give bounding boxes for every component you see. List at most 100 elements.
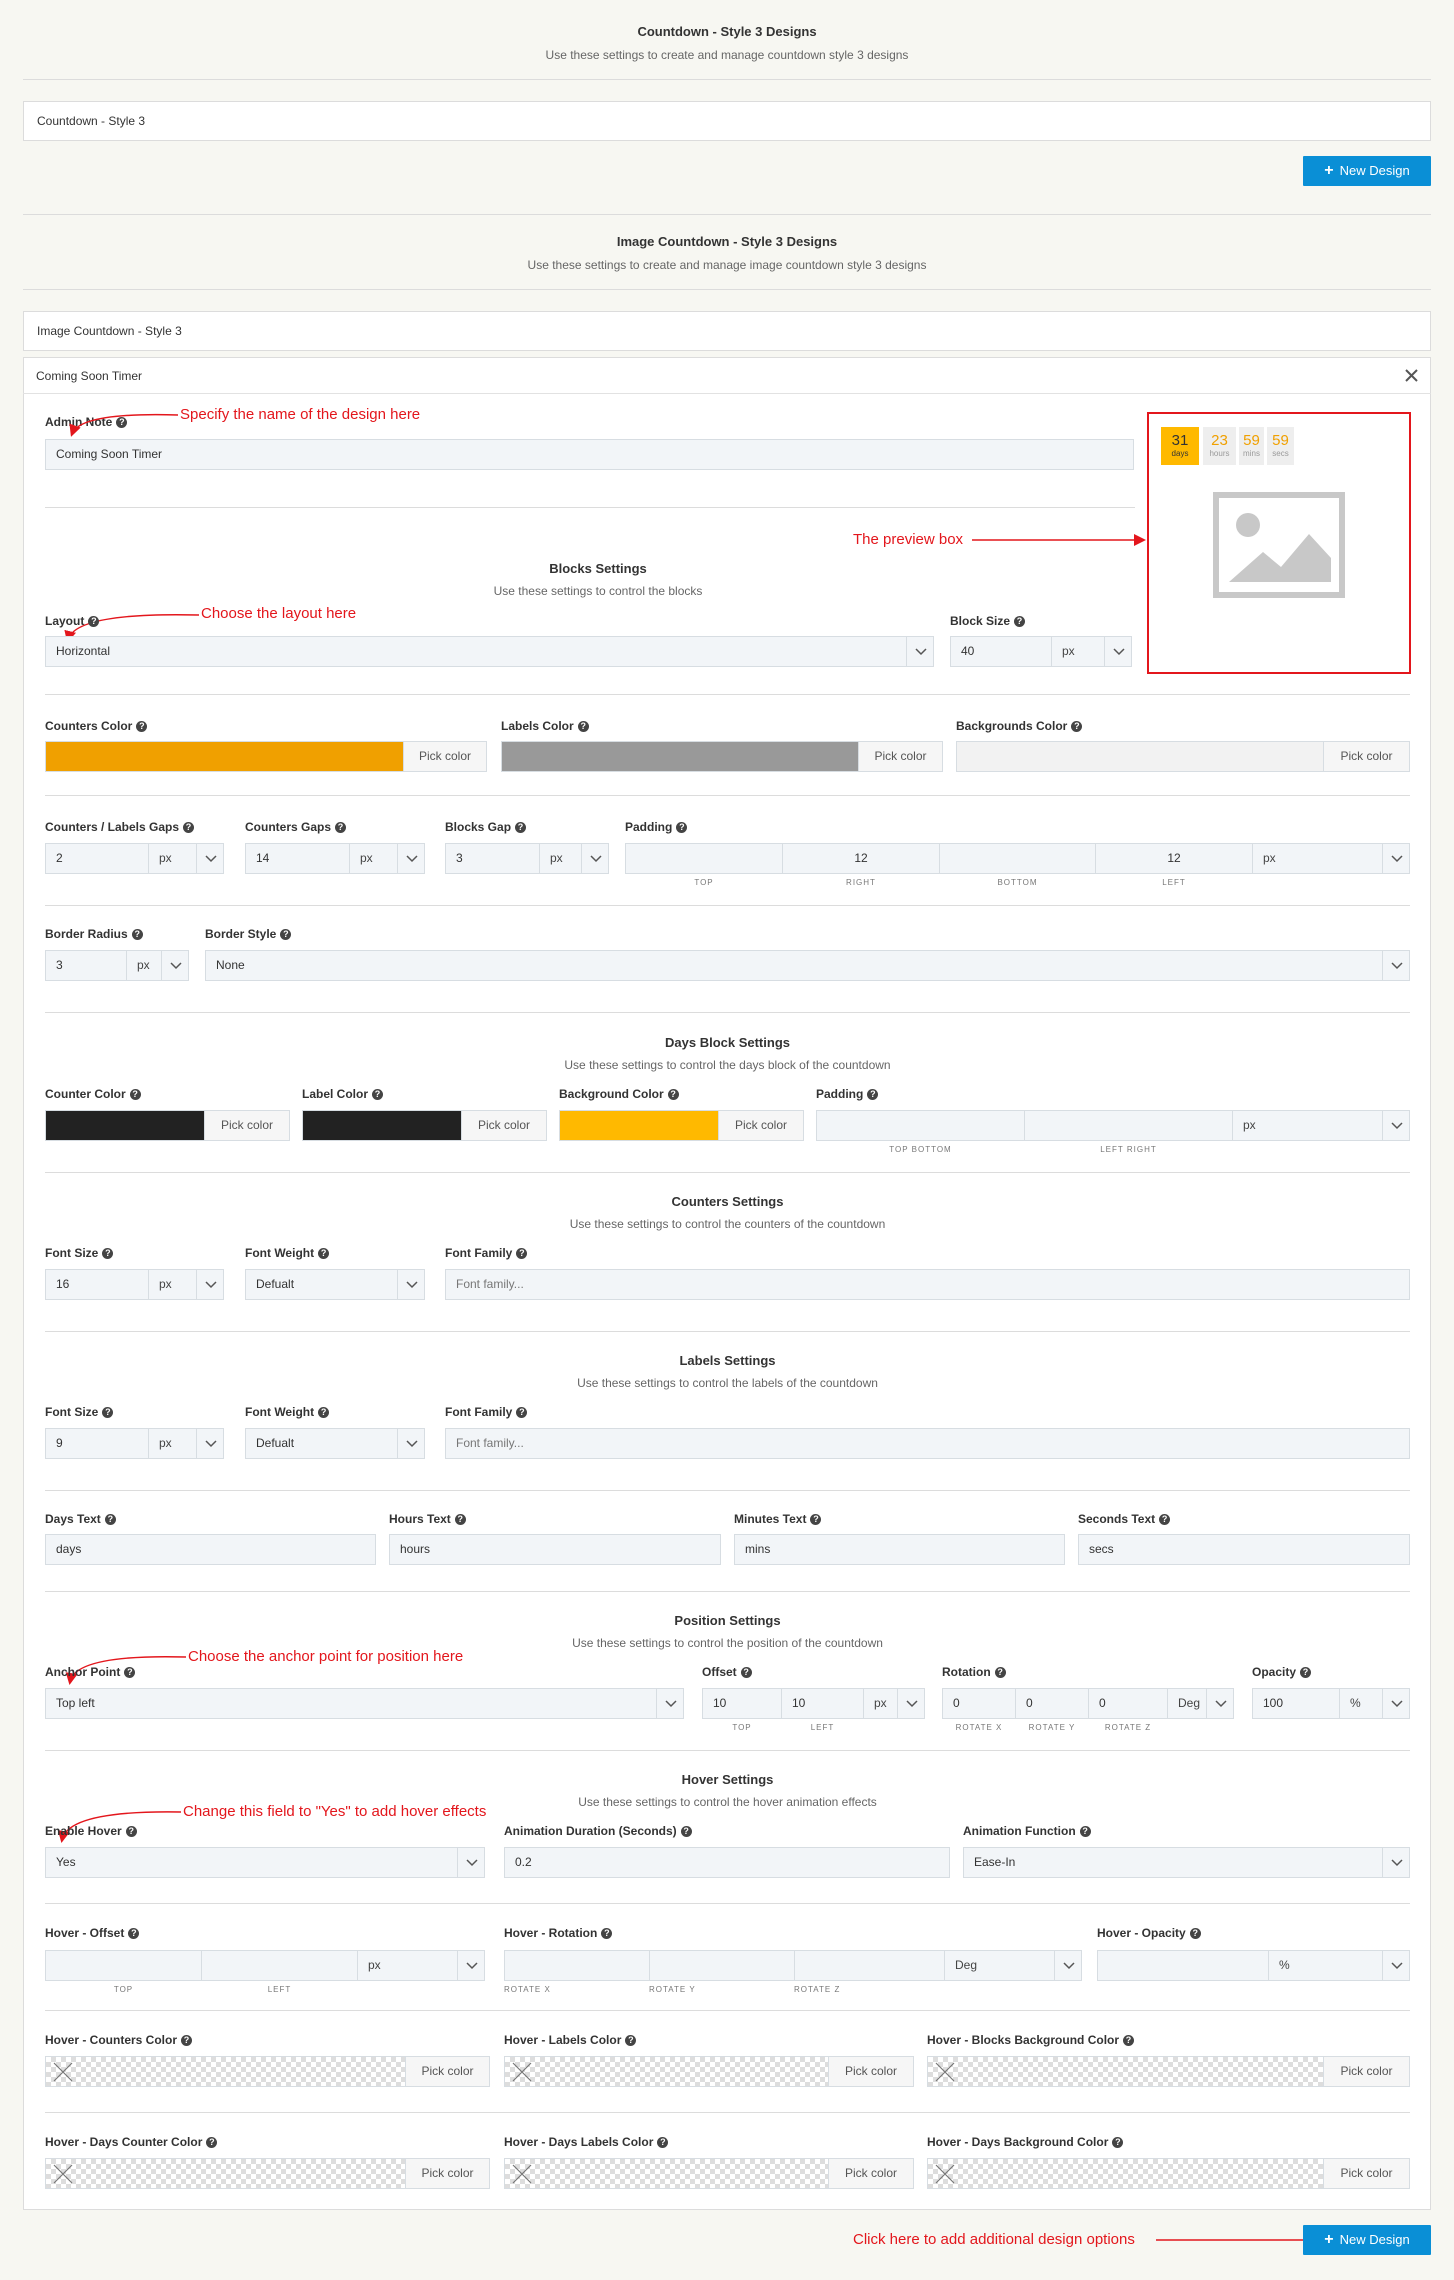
design-item-image-countdown-style-3[interactable]: Image Countdown - Style 3	[23, 311, 1431, 351]
seconds-text-input[interactable]: secs	[1078, 1534, 1410, 1565]
hover-rotate-z-input[interactable]	[794, 1950, 945, 1981]
offset-unit[interactable]: px	[863, 1688, 898, 1719]
hover-rotate-y-input[interactable]	[649, 1950, 795, 1981]
offset-left-input[interactable]: 10	[781, 1688, 864, 1719]
hover-labels-color-pick-button[interactable]: Pick color	[828, 2056, 914, 2087]
anchor-point-dropdown-toggle[interactable]	[656, 1688, 684, 1719]
design-item-countdown-style-3[interactable]: Countdown - Style 3	[23, 101, 1431, 141]
counters-font-weight-select[interactable]: Defualt	[245, 1269, 398, 1300]
days-padding-unit[interactable]: px	[1232, 1110, 1383, 1141]
counters-font-size-unit-toggle[interactable]	[196, 1269, 224, 1300]
counters-font-weight-toggle[interactable]	[397, 1269, 425, 1300]
days-label-color-pick-button[interactable]: Pick color	[461, 1110, 547, 1141]
labels-font-weight-select[interactable]: Defualt	[245, 1428, 398, 1459]
hover-rotation-unit-toggle[interactable]	[1054, 1950, 1082, 1981]
offset-unit-toggle[interactable]	[897, 1688, 925, 1719]
rotate-z-input[interactable]: 0	[1088, 1688, 1168, 1719]
padding-top-input[interactable]	[625, 843, 783, 874]
block-size-input[interactable]: 40	[950, 636, 1052, 667]
counters-font-size-unit[interactable]: px	[148, 1269, 197, 1300]
days-bg-color-pick-button[interactable]: Pick color	[718, 1110, 804, 1141]
labels-font-size-unit-toggle[interactable]	[196, 1428, 224, 1459]
counters-labels-gaps-input[interactable]: 2	[45, 843, 149, 874]
labels-color-swatch[interactable]	[501, 741, 859, 772]
animation-function-select[interactable]: Ease-In	[963, 1847, 1383, 1878]
rotate-x-input[interactable]: 0	[942, 1688, 1016, 1719]
padding-unit[interactable]: px	[1252, 843, 1383, 874]
hover-rotate-x-input[interactable]	[504, 1950, 650, 1981]
block-size-unit[interactable]: px	[1051, 636, 1105, 667]
layout-dropdown-toggle[interactable]	[906, 636, 934, 667]
block-size-unit-toggle[interactable]	[1104, 636, 1132, 667]
days-padding-lr-input[interactable]	[1024, 1110, 1233, 1141]
opacity-unit-toggle[interactable]	[1382, 1688, 1410, 1719]
opacity-unit[interactable]: %	[1339, 1688, 1383, 1719]
animation-function-dropdown-toggle[interactable]	[1382, 1847, 1410, 1878]
labels-font-family-input[interactable]: Font family...	[445, 1428, 1410, 1459]
counters-font-family-input[interactable]: Font family...	[445, 1269, 1410, 1300]
counters-labels-gaps-unit-toggle[interactable]	[196, 843, 224, 874]
counters-gaps-unit-toggle[interactable]	[397, 843, 425, 874]
days-counter-color-pick-button[interactable]: Pick color	[204, 1110, 290, 1141]
hover-counters-color-pick-button[interactable]: Pick color	[405, 2056, 490, 2087]
border-radius-input[interactable]: 3	[45, 950, 127, 981]
hover-offset-unit[interactable]: px	[357, 1950, 458, 1981]
counters-labels-gaps-unit[interactable]: px	[148, 843, 197, 874]
labels-font-size-input[interactable]: 9	[45, 1428, 149, 1459]
rotation-unit-toggle[interactable]	[1206, 1688, 1234, 1719]
hover-days-counter-color-swatch[interactable]	[45, 2158, 406, 2189]
rotation-unit[interactable]: Deg	[1167, 1688, 1207, 1719]
enable-hover-select[interactable]: Yes	[45, 1847, 458, 1878]
padding-unit-toggle[interactable]	[1382, 843, 1410, 874]
new-design-button-top[interactable]: + New Design	[1303, 156, 1431, 186]
rotate-y-input[interactable]: 0	[1015, 1688, 1089, 1719]
hover-days-bg-color-pick-button[interactable]: Pick color	[1323, 2158, 1410, 2189]
enable-hover-dropdown-toggle[interactable]	[457, 1847, 485, 1878]
padding-bottom-input[interactable]	[939, 843, 1096, 874]
counters-color-pick-button[interactable]: Pick color	[403, 741, 487, 772]
counters-font-size-input[interactable]: 16	[45, 1269, 149, 1300]
hover-opacity-unit[interactable]: %	[1268, 1950, 1383, 1981]
days-bg-color-swatch[interactable]	[559, 1110, 719, 1141]
labels-font-size-unit[interactable]: px	[148, 1428, 197, 1459]
close-icon[interactable]	[1405, 369, 1418, 382]
blocks-gap-unit-toggle[interactable]	[581, 843, 609, 874]
padding-left-input[interactable]: 12	[1095, 843, 1253, 874]
hover-days-bg-color-swatch[interactable]	[927, 2158, 1324, 2189]
padding-right-input[interactable]: 12	[782, 843, 940, 874]
hover-opacity-unit-toggle[interactable]	[1382, 1950, 1410, 1981]
border-radius-unit-toggle[interactable]	[161, 950, 189, 981]
hover-days-labels-color-swatch[interactable]	[504, 2158, 829, 2189]
border-style-dropdown-toggle[interactable]	[1382, 950, 1410, 981]
hover-rotation-unit[interactable]: Deg	[944, 1950, 1055, 1981]
labels-color-pick-button[interactable]: Pick color	[858, 741, 943, 772]
labels-font-weight-toggle[interactable]	[397, 1428, 425, 1459]
animation-duration-input[interactable]: 0.2	[504, 1847, 950, 1878]
days-label-color-swatch[interactable]	[302, 1110, 462, 1141]
border-style-select[interactable]: None	[205, 950, 1383, 981]
days-counter-color-swatch[interactable]	[45, 1110, 205, 1141]
border-radius-unit[interactable]: px	[126, 950, 162, 981]
counters-gaps-unit[interactable]: px	[349, 843, 398, 874]
blocks-gap-input[interactable]: 3	[445, 843, 540, 874]
days-text-input[interactable]: days	[45, 1534, 376, 1565]
anchor-point-select[interactable]: Top left	[45, 1688, 657, 1719]
hover-opacity-input[interactable]	[1097, 1950, 1269, 1981]
new-design-button-bottom[interactable]: + New Design	[1303, 2225, 1431, 2255]
hours-text-input[interactable]: hours	[389, 1534, 721, 1565]
backgrounds-color-swatch[interactable]	[956, 741, 1324, 772]
days-padding-unit-toggle[interactable]	[1382, 1110, 1410, 1141]
minutes-text-input[interactable]: mins	[734, 1534, 1065, 1565]
admin-note-input[interactable]: Coming Soon Timer	[45, 439, 1134, 470]
layout-select[interactable]: Horizontal	[45, 636, 907, 667]
hover-offset-left-input[interactable]	[201, 1950, 358, 1981]
offset-top-input[interactable]: 10	[702, 1688, 782, 1719]
design-panel-header[interactable]: Coming Soon Timer	[23, 357, 1431, 394]
hover-blocks-bg-color-swatch[interactable]	[927, 2056, 1324, 2087]
counters-gaps-input[interactable]: 14	[245, 843, 350, 874]
days-padding-tb-input[interactable]	[816, 1110, 1025, 1141]
hover-days-labels-color-pick-button[interactable]: Pick color	[828, 2158, 914, 2189]
hover-blocks-bg-color-pick-button[interactable]: Pick color	[1323, 2056, 1410, 2087]
blocks-gap-unit[interactable]: px	[539, 843, 582, 874]
hover-offset-top-input[interactable]	[45, 1950, 202, 1981]
